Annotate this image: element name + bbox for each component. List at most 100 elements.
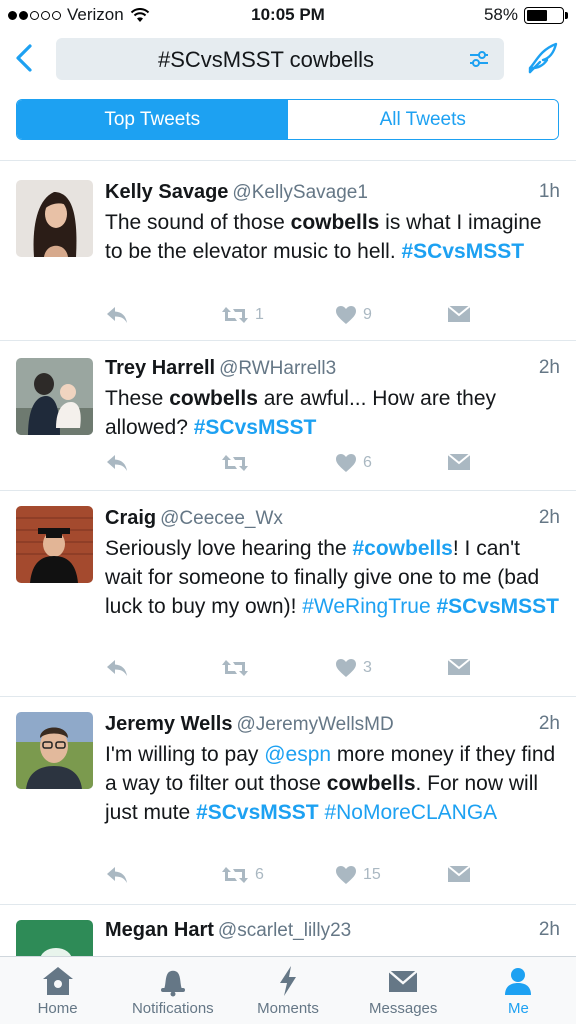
heart-icon xyxy=(336,659,356,677)
envelope-icon xyxy=(447,305,471,322)
reply-icon xyxy=(107,867,127,883)
hashtag-link[interactable]: #cowbells xyxy=(352,537,452,560)
heart-icon xyxy=(336,866,356,884)
tweet-header: Trey Harrell @RWHarrell3 2h xyxy=(105,355,560,382)
filter-sliders-icon[interactable] xyxy=(468,48,490,70)
tweet-actions: 6 15 xyxy=(105,865,477,889)
tweet-actions: 6 xyxy=(105,453,477,477)
retweet-button[interactable] xyxy=(221,453,255,473)
reply-button[interactable] xyxy=(105,453,129,473)
tab-label: Home xyxy=(37,1000,78,1017)
like-button[interactable]: 6 xyxy=(335,453,372,473)
like-button[interactable]: 15 xyxy=(335,865,381,885)
direct-message-button[interactable] xyxy=(447,658,471,676)
reply-icon xyxy=(107,455,127,471)
reply-button[interactable] xyxy=(105,305,129,325)
like-count: 15 xyxy=(363,866,381,883)
retweet-button[interactable] xyxy=(221,658,255,678)
hashtag-link[interactable]: #SCvsMSST xyxy=(402,240,525,263)
hashtag-link[interactable]: #SCvsMSST xyxy=(194,416,317,439)
retweet-count: 6 xyxy=(255,866,264,883)
retweet-button[interactable]: 6 xyxy=(221,865,264,885)
tweet-header: Jeremy Wells @JeremyWellsMD 2h xyxy=(105,711,560,738)
results-segmented-control: Top Tweets All Tweets xyxy=(16,99,559,140)
tab-top-tweets[interactable]: Top Tweets xyxy=(17,100,288,139)
tab-me[interactable]: Me xyxy=(461,957,576,1024)
like-count: 3 xyxy=(363,659,372,676)
retweet-icon xyxy=(222,455,248,471)
avatar[interactable] xyxy=(16,180,93,257)
heart-icon xyxy=(336,306,356,324)
like-button[interactable]: 9 xyxy=(335,305,372,325)
tweet-text-run: Seriously love hearing the xyxy=(105,537,353,560)
tweet-author-handle[interactable]: @RWHarrell3 xyxy=(219,358,336,379)
search-query[interactable]: #SCvsMSST cowbells xyxy=(56,47,476,73)
hashtag-link[interactable]: #SCvsMSST xyxy=(196,801,319,824)
battery-percent: 58% xyxy=(483,5,518,24)
tweet-author-name[interactable]: Craig xyxy=(105,507,156,529)
home-icon xyxy=(42,967,73,995)
bottom-tab-bar: Home Notifications Moments Messages Me xyxy=(0,956,576,1024)
direct-message-button[interactable] xyxy=(447,453,471,471)
tweet-author-handle[interactable]: @Ceecee_Wx xyxy=(160,508,283,529)
highlighted-term: cowbells xyxy=(290,211,380,234)
like-button[interactable]: 3 xyxy=(335,658,372,678)
tab-messages[interactable]: Messages xyxy=(346,957,461,1024)
reply-button[interactable] xyxy=(105,865,129,885)
tweet-header: Craig @Ceecee_Wx 2h xyxy=(105,505,560,532)
direct-message-button[interactable] xyxy=(447,865,471,883)
hashtag-link[interactable]: #SCvsMSST xyxy=(436,595,559,618)
hashtag-link[interactable]: #WeRingTrue xyxy=(302,595,430,618)
tweet-header: Megan Hart @scarlet_lilly23 2h xyxy=(105,917,560,944)
tab-home[interactable]: Home xyxy=(0,957,115,1024)
tweet-text-run: The sound of those xyxy=(105,211,291,234)
avatar[interactable] xyxy=(16,358,93,435)
tweet-text-run: I'm willing to pay xyxy=(105,743,265,766)
search-nav: #SCvsMSST cowbells xyxy=(0,32,576,84)
tweet-text-run: These xyxy=(105,387,170,410)
tweet-author-name[interactable]: Trey Harrell xyxy=(105,357,215,379)
envelope-icon xyxy=(447,658,471,675)
tab-moments[interactable]: Moments xyxy=(230,957,345,1024)
tweet-header: Kelly Savage @KellySavage1 1h xyxy=(105,179,560,206)
tweet-author-handle[interactable]: @KellySavage1 xyxy=(232,182,367,203)
tweet-author-name[interactable]: Megan Hart xyxy=(105,919,214,941)
tweet-author-handle[interactable]: @JeremyWellsMD xyxy=(237,714,394,735)
tweet-item[interactable]: Jeremy Wells @JeremyWellsMD 2h I'm willin… xyxy=(0,697,576,905)
retweet-count: 1 xyxy=(255,306,264,323)
tab-all-tweets[interactable]: All Tweets xyxy=(287,100,558,139)
tweet-timestamp: 2h xyxy=(538,357,560,378)
tab-label: Notifications xyxy=(131,1000,214,1017)
tab-notifications[interactable]: Notifications xyxy=(115,957,230,1024)
back-chevron-icon[interactable] xyxy=(10,40,40,76)
avatar[interactable] xyxy=(16,506,93,583)
tweet-text: I'm willing to pay @espn more money if t… xyxy=(105,740,560,827)
tweet-item[interactable]: Kelly Savage @KellySavage1 1h The sound o… xyxy=(0,161,576,341)
like-count: 6 xyxy=(363,454,372,471)
reply-icon xyxy=(107,660,127,676)
person-icon xyxy=(505,968,532,995)
compose-tweet-icon[interactable] xyxy=(526,40,560,76)
hashtag-link[interactable]: #NoMoreCLANGA xyxy=(324,801,497,824)
tab-label: Moments xyxy=(257,1000,319,1017)
tweet-item[interactable]: Trey Harrell @RWHarrell3 2h These cowbell… xyxy=(0,341,576,491)
search-field[interactable]: #SCvsMSST cowbells xyxy=(56,38,504,80)
direct-message-button[interactable] xyxy=(447,305,471,323)
reply-button[interactable] xyxy=(105,658,129,678)
tweet-author-name[interactable]: Jeremy Wells xyxy=(105,713,233,735)
tweet-text: The sound of those cowbells is what I im… xyxy=(105,208,560,266)
highlighted-term: cowbells xyxy=(326,772,416,795)
battery-icon xyxy=(524,6,568,24)
hashtag-link[interactable]: @espn xyxy=(264,743,331,766)
tab-label: Me xyxy=(507,1000,529,1017)
envelope-icon xyxy=(447,865,471,882)
tweet-actions: 3 xyxy=(105,658,477,682)
retweet-icon xyxy=(222,307,248,323)
retweet-button[interactable]: 1 xyxy=(221,305,264,325)
tweet-item[interactable]: Craig @Ceecee_Wx 2h Seriously love hearin… xyxy=(0,491,576,697)
tweet-author-name[interactable]: Kelly Savage xyxy=(105,181,228,203)
tweet-actions: 1 9 xyxy=(105,305,477,329)
bell-icon xyxy=(160,970,185,997)
avatar[interactable] xyxy=(16,712,93,789)
tweet-author-handle[interactable]: @scarlet_lilly23 xyxy=(218,920,351,941)
